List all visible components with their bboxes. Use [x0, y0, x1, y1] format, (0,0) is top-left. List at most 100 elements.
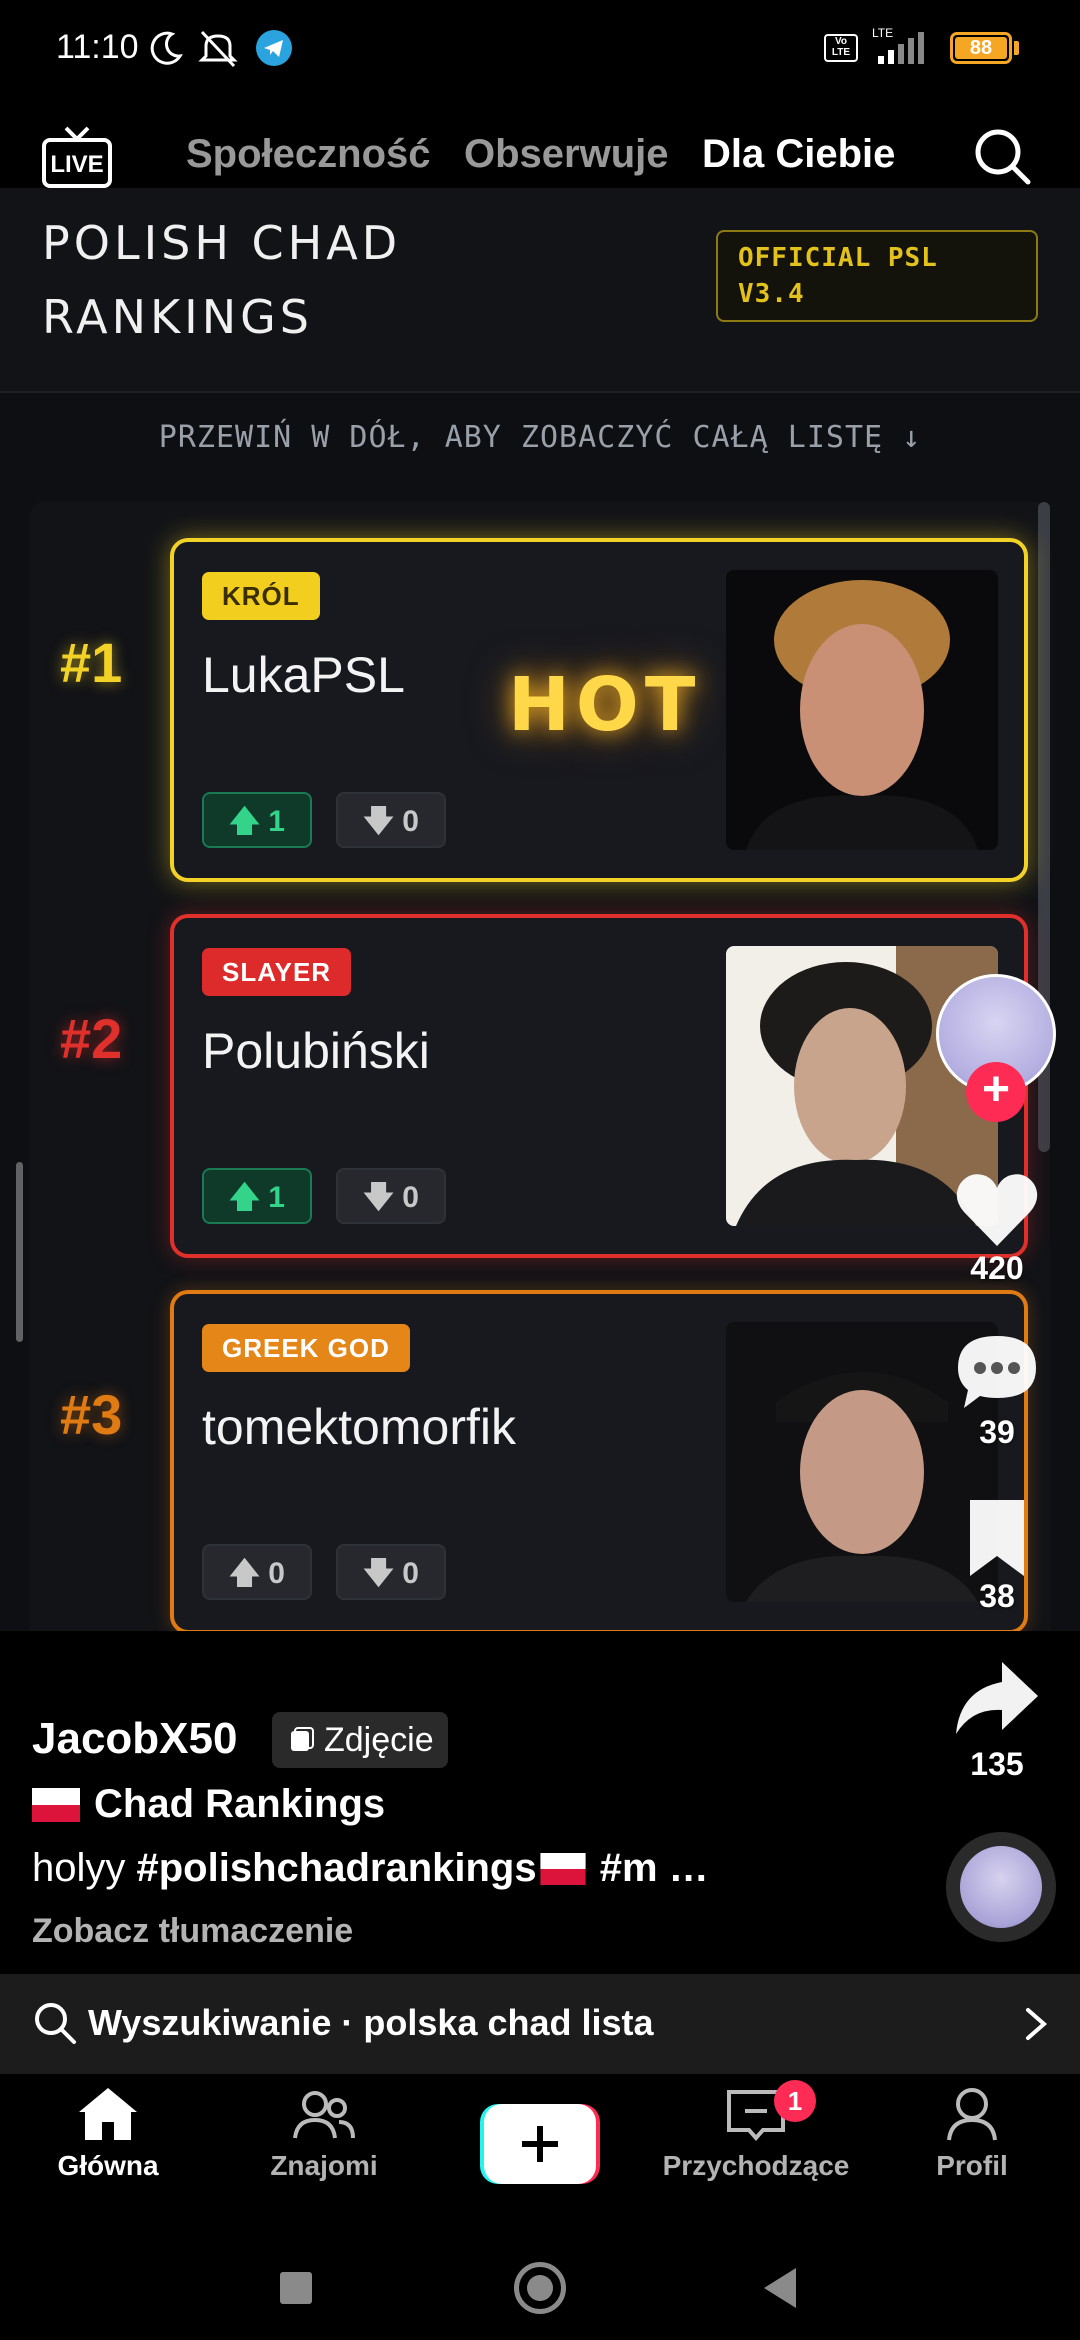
- contestant-photo: [726, 570, 998, 850]
- photo-icon: [291, 1727, 314, 1751]
- hot-label: HOT: [508, 662, 702, 748]
- share-icon[interactable]: [952, 1656, 1042, 1740]
- recents-button[interactable]: [280, 2272, 312, 2304]
- arrow-up-icon: 🡅: [229, 805, 269, 838]
- nav-home[interactable]: Główna: [0, 2084, 218, 2182]
- shares-count: 135: [970, 1746, 1024, 1782]
- nav-home-label: Główna: [57, 2150, 159, 2181]
- comments-count: 39: [979, 1414, 1015, 1450]
- downvote-count: 🡇 0: [336, 1168, 446, 1224]
- nav-profile-label: Profil: [936, 2150, 1008, 2181]
- version-badge: OFFICIAL PSL V3.4: [716, 230, 1038, 322]
- comment-icon[interactable]: [952, 1330, 1042, 1414]
- photo-type-chip: Zdjęcie: [272, 1712, 448, 1768]
- rankings-title-line2: RANKINGS: [42, 290, 313, 344]
- battery-level: 88: [955, 37, 1007, 59]
- profile-icon: [947, 2088, 997, 2141]
- nav-profile[interactable]: Profil: [862, 2084, 1080, 2182]
- version-badge-line2: V3.4: [738, 279, 805, 309]
- downvote-count: 🡇 0: [336, 1544, 446, 1600]
- bookmark-icon[interactable]: [952, 1496, 1042, 1580]
- related-search-text: Wyszukiwanie · polska chad lista: [88, 2002, 654, 2043]
- arrow-up-icon: 🡅: [229, 1181, 269, 1214]
- see-translation-link[interactable]: Zobacz tłumaczenie: [32, 1912, 353, 1951]
- back-button[interactable]: [764, 2268, 796, 2308]
- rankings-list: #1 KRÓL LukaPSL HOT 🡅 1 🡇 0 #2 SLAYER Po…: [30, 502, 1050, 1631]
- description-text: holyy: [32, 1846, 137, 1890]
- related-search-bar[interactable]: Wyszukiwanie · polska chad lista: [0, 1974, 1080, 2074]
- home-icon: [79, 2088, 137, 2140]
- nav-friends[interactable]: Znajomi: [214, 2084, 434, 2182]
- photo-type-label: Zdjęcie: [324, 1720, 434, 1759]
- rank-tag: SLAYER: [202, 948, 352, 996]
- downvote-count: 🡇 0: [336, 792, 446, 848]
- ranking-card: KRÓL LukaPSL HOT 🡅 1 🡇 0: [170, 538, 1028, 882]
- poland-flag-icon: [32, 1787, 80, 1822]
- heart-icon[interactable]: [952, 1168, 1042, 1252]
- ranking-card: SLAYER Polubiński 🡅 1 🡇 0: [170, 914, 1028, 1258]
- upvote-value: 1: [268, 805, 285, 838]
- nav-inbox[interactable]: Przychodzące: [646, 2084, 866, 2182]
- arrow-down-icon: 🡇: [363, 805, 403, 838]
- create-post-button[interactable]: [480, 2104, 600, 2184]
- upvote-count: 🡅 1: [202, 1168, 312, 1224]
- post-description[interactable]: holyy #polishchadrankings #m …: [32, 1846, 709, 1891]
- arrow-down-icon: 🡇: [363, 1181, 403, 1214]
- mute-icon: [198, 30, 238, 68]
- home-button[interactable]: [514, 2262, 566, 2314]
- status-time: 11:10: [56, 28, 139, 66]
- hashtag-link[interactable]: #polishchadrankings: [137, 1846, 537, 1890]
- ranking-card: GREEK GOD tomektomorfik 🡅 0 🡇 0: [170, 1290, 1028, 1631]
- volte-icon: Vo LTE: [824, 34, 858, 62]
- downvote-value: 0: [402, 1557, 419, 1590]
- music-disc[interactable]: [946, 1832, 1056, 1942]
- author-username[interactable]: JacobX50: [32, 1714, 237, 1764]
- tab-obserwuje[interactable]: Obserwuje: [464, 132, 669, 177]
- rankings-header: POLISH CHAD RANKINGS OFFICIAL PSL V3.4: [0, 188, 1080, 393]
- arrow-down-icon: 🡇: [363, 1557, 403, 1590]
- nav-friends-label: Znajomi: [270, 2150, 378, 2181]
- post-photo[interactable]: POLISH CHAD RANKINGS OFFICIAL PSL V3.4 P…: [0, 188, 1080, 1631]
- search-icon: [35, 2003, 76, 2044]
- upvote-value: 1: [268, 1181, 285, 1214]
- status-bar: 11:10 Vo LTE LTE 88: [0, 0, 1080, 95]
- rankings-title: POLISH CHAD RANKINGS: [42, 206, 401, 354]
- bottom-navigation: Główna Znajomi Przychodzące Profil: [0, 2074, 1080, 2224]
- moon-icon: [150, 31, 183, 65]
- post-title: Chad Rankings: [32, 1782, 385, 1827]
- feed-scroll-indicator: [16, 1162, 23, 1342]
- tab-spolecznosc[interactable]: Społeczność: [186, 132, 431, 177]
- search-icon[interactable]: [970, 124, 1034, 188]
- arrow-up-icon: 🡅: [229, 1557, 269, 1590]
- battery-tip: [1014, 41, 1019, 55]
- upvote-value: 0: [268, 1557, 285, 1590]
- rank-number: #3: [60, 1383, 123, 1446]
- contestant-name: Polubiński: [202, 1023, 430, 1079]
- live-icon[interactable]: LIVE: [40, 124, 114, 192]
- rank-number: #1: [60, 631, 123, 694]
- contestant-name: LukaPSL: [202, 647, 405, 703]
- battery-icon: 88: [950, 32, 1012, 64]
- follow-button[interactable]: +: [966, 1062, 1026, 1122]
- rank-tag: KRÓL: [202, 572, 320, 620]
- tab-dla-ciebie[interactable]: Dla Ciebie: [702, 132, 895, 177]
- poland-flag-icon: [540, 1853, 586, 1885]
- scroll-hint: PRZEWIŃ W DÓŁ, ABY ZOBACZYĆ CAŁĄ LISTĘ ↓: [158, 420, 922, 455]
- saves-count: 38: [979, 1578, 1015, 1614]
- inbox-notification-badge: 1: [774, 2080, 816, 2122]
- upvote-count: 🡅 0: [202, 1544, 312, 1600]
- signal-icon: [878, 32, 924, 64]
- version-badge-line1: OFFICIAL PSL: [738, 243, 938, 273]
- upvote-count: 🡅 1: [202, 792, 312, 848]
- hashtag-more[interactable]: #m …: [589, 1846, 709, 1890]
- rank-number: #2: [60, 1007, 123, 1070]
- rank-tag: GREEK GOD: [202, 1324, 410, 1372]
- nav-inbox-label: Przychodzące: [662, 2150, 850, 2181]
- rankings-title-line1: POLISH CHAD: [42, 216, 402, 270]
- post-title-text: Chad Rankings: [94, 1782, 386, 1826]
- svg-text:LIVE: LIVE: [50, 151, 103, 178]
- downvote-value: 0: [402, 1181, 419, 1214]
- friends-icon: [293, 2091, 355, 2139]
- system-navigation: [0, 2224, 1080, 2340]
- contestant-name: tomektomorfik: [202, 1399, 516, 1455]
